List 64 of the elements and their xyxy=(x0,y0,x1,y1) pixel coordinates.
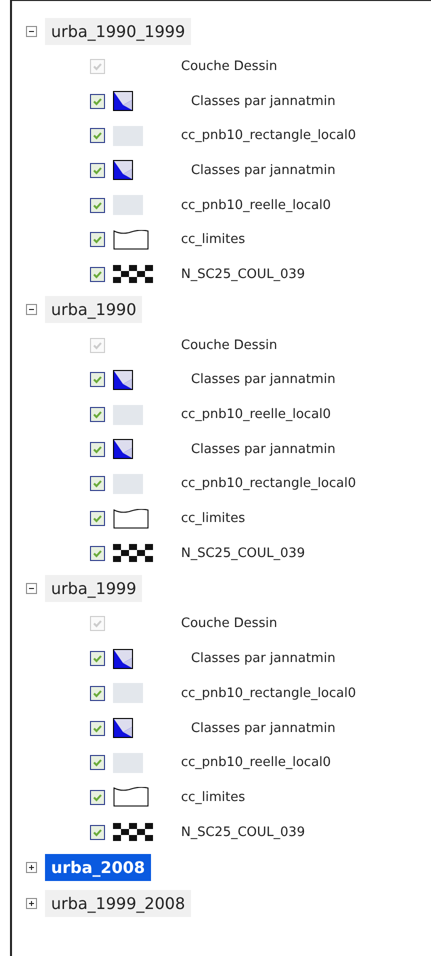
layer-checkbox[interactable] xyxy=(90,442,105,457)
polygon-outline-icon xyxy=(113,787,149,808)
polygon-outline-icon xyxy=(113,508,149,529)
layer-name[interactable]: N_SC25_COUL_039 xyxy=(181,266,305,282)
layer-name[interactable]: N_SC25_COUL_039 xyxy=(181,824,305,840)
layer-checkbox[interactable] xyxy=(90,162,105,178)
layer-name[interactable]: Classes par jannatmin xyxy=(191,372,336,388)
layer-name[interactable]: Classes par jannatmin xyxy=(191,720,336,736)
fill-swatch-icon xyxy=(113,683,143,704)
layer-name[interactable]: Classes par jannatmin xyxy=(191,651,336,666)
layer-name[interactable]: cc_pnb10_reelle_local0 xyxy=(181,407,331,422)
layer-checkbox[interactable] xyxy=(90,755,105,770)
layer-name[interactable]: N_SC25_COUL_039 xyxy=(181,546,305,561)
layer-checkbox[interactable] xyxy=(90,686,105,701)
layer-checkbox[interactable] xyxy=(90,266,105,282)
class-symbol-icon xyxy=(113,439,133,460)
expand-icon[interactable] xyxy=(26,898,37,909)
layer-name[interactable]: cc_pnb10_rectangle_local0 xyxy=(181,128,356,144)
layer-checkbox[interactable] xyxy=(90,790,105,805)
expand-icon[interactable] xyxy=(26,862,37,873)
fill-swatch-icon xyxy=(113,752,143,773)
checker-icon xyxy=(113,265,153,284)
layer-name[interactable]: cc_pnb10_rectangle_local0 xyxy=(181,686,356,701)
fill-swatch-icon xyxy=(113,404,143,425)
fill-swatch-icon xyxy=(113,126,143,146)
layer-checkbox[interactable] xyxy=(90,128,105,144)
layer-checkbox[interactable] xyxy=(90,94,105,109)
fill-swatch-icon xyxy=(113,195,143,216)
layer-checkbox[interactable] xyxy=(90,232,105,248)
layer-checkbox[interactable] xyxy=(90,476,105,492)
collapse-icon[interactable] xyxy=(26,26,37,36)
class-symbol-icon xyxy=(113,718,133,738)
class-symbol-icon xyxy=(113,160,133,180)
layer-name[interactable]: cc_limites xyxy=(181,232,246,248)
layer-name[interactable]: Classes par jannatmin xyxy=(191,94,336,109)
layer-checkbox[interactable] xyxy=(90,407,105,422)
layer-checkbox[interactable] xyxy=(90,372,105,388)
layer-checkbox[interactable] xyxy=(90,546,105,561)
layer-name[interactable]: cc_limites xyxy=(181,790,246,805)
layer-checkbox[interactable] xyxy=(90,651,105,666)
class-symbol-icon xyxy=(113,91,133,112)
class-symbol-icon xyxy=(113,370,133,390)
layer-checkbox[interactable] xyxy=(90,198,105,213)
layer-checkbox[interactable] xyxy=(90,720,105,736)
polygon-outline-icon xyxy=(113,230,149,250)
layer-name[interactable]: cc_limites xyxy=(181,511,246,526)
layer-name[interactable]: Classes par jannatmin xyxy=(191,162,336,178)
fill-swatch-icon xyxy=(113,474,143,494)
layer-name[interactable]: cc_pnb10_rectangle_local0 xyxy=(181,476,356,492)
layer-name[interactable]: cc_pnb10_reelle_local0 xyxy=(181,198,331,213)
checker-icon xyxy=(113,544,153,562)
group-name[interactable]: urba_1999 xyxy=(45,575,142,602)
collapse-icon[interactable] xyxy=(26,304,37,316)
layer-name[interactable]: Classes par jannatmin xyxy=(191,442,336,457)
collapse-icon[interactable] xyxy=(26,583,37,594)
group-name[interactable]: urba_1990_1999 xyxy=(45,18,192,44)
layer-checkbox[interactable] xyxy=(90,511,105,526)
class-symbol-icon xyxy=(113,648,133,669)
group-name[interactable]: urba_1999_2008 xyxy=(45,890,192,917)
layer-name[interactable]: cc_pnb10_reelle_local0 xyxy=(181,755,331,770)
group-name[interactable]: urba_1990 xyxy=(45,296,142,324)
group-name[interactable]: urba_2008 xyxy=(45,854,152,881)
layer-checkbox[interactable] xyxy=(90,824,105,840)
checker-icon xyxy=(113,823,153,842)
